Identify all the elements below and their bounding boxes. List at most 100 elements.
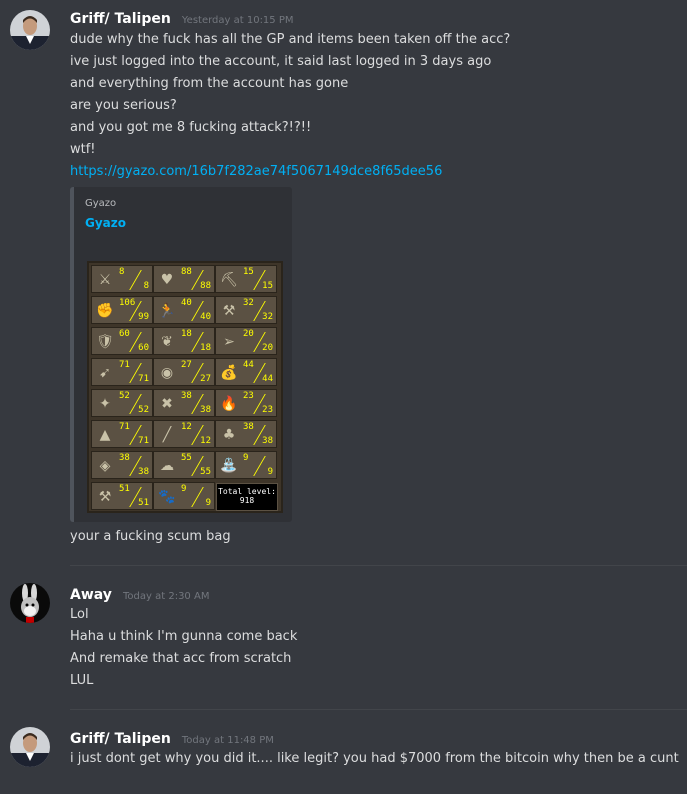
- base-level: 15: [262, 281, 273, 291]
- current-level: 23: [243, 391, 254, 401]
- total-level-box: Total level: 918: [216, 483, 278, 511]
- avatar[interactable]: [10, 10, 50, 50]
- message-group-1: Griff/ Talipen Yesterday at 10:15 PM dud…: [0, 0, 687, 565]
- current-level: 38: [243, 422, 254, 432]
- base-level: 44: [262, 374, 273, 384]
- current-level: 71: [119, 422, 130, 432]
- fist-icon: ✊: [96, 303, 114, 319]
- skill-cell: ✊ 106 99: [91, 296, 153, 324]
- base-level: 9: [267, 467, 273, 477]
- skill-cell: ╱ 12 12: [153, 420, 215, 448]
- sack-icon: 💰: [220, 365, 238, 381]
- gyazo-link[interactable]: https://gyazo.com/16b7f282ae74f5067149dc…: [70, 164, 442, 179]
- embed-title[interactable]: Gyazo: [85, 216, 126, 230]
- base-level: 27: [200, 374, 211, 384]
- base-level: 51: [138, 498, 149, 508]
- anvil-icon: ⚒: [222, 303, 236, 319]
- message-group-2: Away Today at 2:30 AM Lol Haha u think I…: [0, 566, 687, 709]
- timestamp: Yesterday at 10:15 PM: [181, 15, 294, 26]
- message-text: wtf!: [70, 142, 96, 157]
- fire-icon: 🔥: [220, 396, 238, 412]
- current-level: 88: [181, 267, 192, 277]
- current-level: 32: [243, 298, 254, 308]
- author-row: Griff/ Talipen Yesterday at 10:15 PM: [70, 8, 294, 28]
- paw-icon: 🐾: [158, 489, 176, 505]
- message-text: i just dont get why you did it.... like …: [70, 751, 679, 766]
- skill-cell: ➹ 71 71: [91, 358, 153, 386]
- base-level: 40: [200, 312, 211, 322]
- base-level: 18: [200, 343, 211, 353]
- author-name[interactable]: Griff/ Talipen: [70, 11, 171, 27]
- skill-cell: ➢ 20 20: [215, 327, 277, 355]
- total-level-value: 918: [239, 496, 255, 505]
- author-name[interactable]: Away: [70, 587, 112, 603]
- current-level: 55: [181, 453, 192, 463]
- current-level: 9: [243, 453, 249, 463]
- watering-can-icon: ⛲: [220, 458, 238, 474]
- skill-cell: 🏃 40 40: [153, 296, 215, 324]
- skill-cell: ▲ 71 71: [91, 420, 153, 448]
- base-level: 9: [205, 498, 211, 508]
- embed-image-skills-panel[interactable]: Total level: 918 ⚔ 8 8 ♥ 88 88 ⛏ 15 15 ✊ 106 99 🏃 40 4…: [87, 261, 283, 513]
- bone-icon: ╱: [162, 427, 172, 443]
- bow-icon: ➹: [99, 365, 111, 381]
- skill-cell: 🛡 60 60: [91, 327, 153, 355]
- crossed-tools-icon: ✖: [161, 396, 173, 412]
- current-level: 44: [243, 360, 254, 370]
- skill-cell: ❦ 18 18: [153, 327, 215, 355]
- base-level: 71: [138, 374, 149, 384]
- base-level: 32: [262, 312, 273, 322]
- wizard-hat-icon: ▲: [99, 427, 111, 443]
- hammer-icon: ⚒: [98, 489, 112, 505]
- author-row: Griff/ Talipen Today at 11:48 PM: [70, 728, 274, 748]
- link-embed: Gyazo Gyazo Total level: 918 ⚔ 8 8 ♥ 88 88 ⛏ 15…: [70, 187, 292, 522]
- message-text: ive just logged into the account, it sai…: [70, 54, 492, 69]
- current-level: 9: [181, 484, 187, 494]
- current-level: 38: [119, 453, 130, 463]
- herb-icon: ❦: [161, 334, 173, 350]
- current-level: 8: [119, 267, 125, 277]
- base-level: 38: [138, 467, 149, 477]
- message-text: dude why the fuck has all the GP and ite…: [70, 32, 511, 47]
- mask-icon: ◉: [160, 365, 174, 381]
- author-name[interactable]: Griff/ Talipen: [70, 731, 171, 747]
- skill-cell: ◈ 38 38: [91, 451, 153, 479]
- message-text: and everything from the account has gone: [70, 76, 349, 91]
- skill-cell: ✖ 38 38: [153, 389, 215, 417]
- base-level: 20: [262, 343, 273, 353]
- base-level: 8: [143, 281, 149, 291]
- message-link-line: https://gyazo.com/16b7f282ae74f5067149dc…: [70, 163, 442, 181]
- current-level: 12: [181, 422, 192, 432]
- base-level: 55: [200, 467, 211, 477]
- skill-cell: 🐾 9 9: [153, 482, 215, 510]
- tree-icon: ♣: [222, 427, 236, 443]
- heart-icon: ♥: [160, 272, 174, 288]
- embed-provider[interactable]: Gyazo: [85, 198, 116, 209]
- chef-hat-icon: ☁: [160, 458, 174, 474]
- skill-cell: ⚔ 8 8: [91, 265, 153, 293]
- skill-cell: ✦ 52 52: [91, 389, 153, 417]
- sword-icon: ⚔: [98, 272, 112, 288]
- current-level: 40: [181, 298, 192, 308]
- current-level: 71: [119, 360, 130, 370]
- base-level: 23: [262, 405, 273, 415]
- running-man-icon: 🏃: [158, 303, 176, 319]
- fish-icon: ➢: [223, 334, 235, 350]
- skill-cell: ♥ 88 88: [153, 265, 215, 293]
- avatar[interactable]: [10, 727, 50, 767]
- current-level: 38: [181, 391, 192, 401]
- current-level: 20: [243, 329, 254, 339]
- skill-cell: ◉ 27 27: [153, 358, 215, 386]
- pickaxe-icon: ⛏: [220, 272, 238, 288]
- base-level: 71: [138, 436, 149, 446]
- timestamp: Today at 2:30 AM: [123, 591, 210, 602]
- skill-cell: ⛲ 9 9: [215, 451, 277, 479]
- base-level: 88: [200, 281, 211, 291]
- base-level: 38: [262, 436, 273, 446]
- base-level: 99: [138, 312, 149, 322]
- base-level: 38: [200, 405, 211, 415]
- star-icon: ✦: [99, 396, 111, 412]
- rune-icon: ◈: [99, 458, 111, 474]
- message-text: Lol: [70, 607, 89, 622]
- avatar[interactable]: [10, 583, 50, 623]
